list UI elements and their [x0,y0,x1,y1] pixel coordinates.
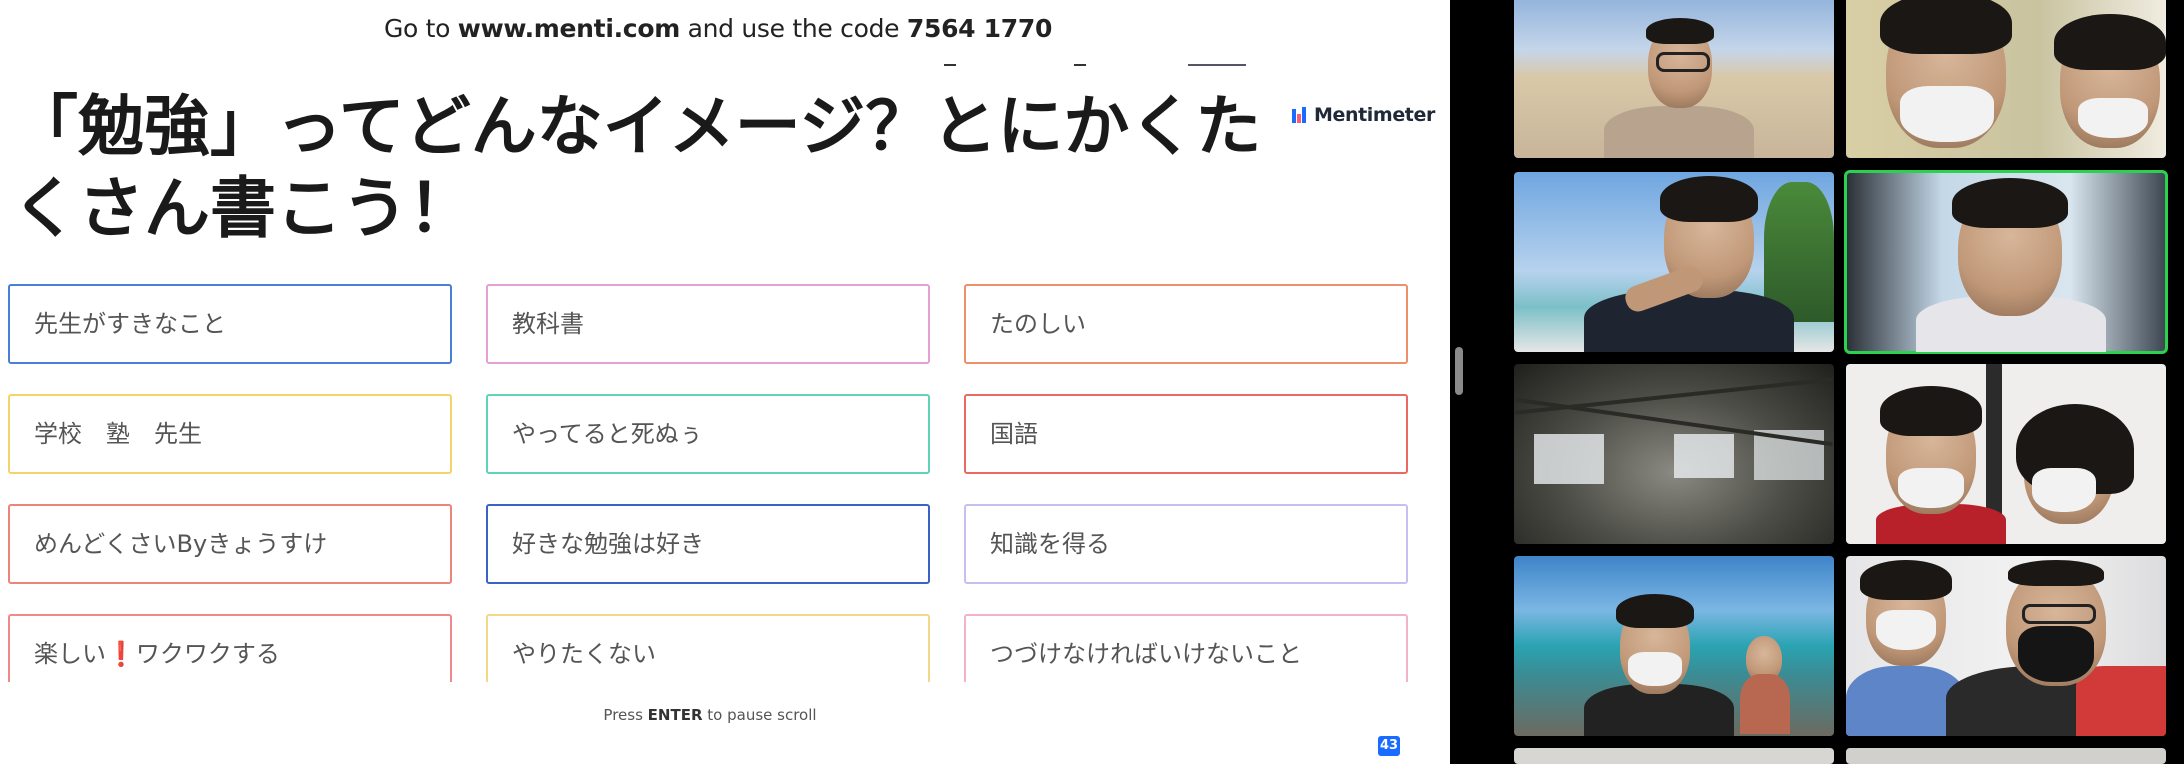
response-text: 先生がすきなこと [34,310,226,338]
response-text: つづけなければいけないこと [990,640,1302,668]
join-middle: and use the code [679,14,907,43]
join-code: 7564 1770 [906,14,1053,43]
participant-video-tile[interactable] [1514,364,1834,544]
participant-video-tile[interactable] [1846,0,2166,158]
response-text: 学校 塾 先生 [34,420,202,448]
participant-video-tile[interactable] [1846,748,2166,764]
divider [1074,64,1086,66]
hint-prefix: Press [603,706,648,724]
response-card: めんどくさいByきょうすけ [8,504,452,584]
split-scroll-handle[interactable] [1455,347,1463,395]
join-url[interactable]: www.menti.com [458,14,680,43]
panel-divider [1436,0,1450,764]
divider [944,64,956,66]
question-title: 「勉強」ってどんなイメージ？とにかくたくさん書こう！ [12,88,1262,247]
response-text: たのしい [990,310,1086,338]
participant-video-tile[interactable] [1514,556,1834,736]
participant-video-tile[interactable] [1514,0,1834,158]
participant-video-tile[interactable] [1846,556,2166,736]
response-card: やってると死ぬぅ [486,394,930,474]
mentimeter-slide: Go to www.menti.com and use the code 756… [0,0,1436,764]
response-text: やりたくない [512,640,656,668]
divider [1188,64,1246,66]
pause-scroll-hint: Press ENTER to pause scroll [0,706,1420,724]
response-card: たのしい [964,284,1408,364]
response-text: 知識を得る [990,530,1110,558]
response-text: 国語 [990,420,1038,448]
hint-key: ENTER [647,706,703,724]
response-card: 先生がすきなこと [8,284,452,364]
brand-name: Mentimeter [1314,104,1435,126]
response-text: めんどくさいByきょうすけ [34,530,328,558]
response-card: 好きな勉強は好き [486,504,930,584]
response-text: やってると死ぬぅ [512,420,703,448]
exclamation-icon: ❗ [106,640,136,668]
response-count-badge: 43 [1378,736,1400,756]
join-prefix: Go to [383,14,458,43]
participant-video-tile-active[interactable] [1844,170,2168,354]
response-card: 知識を得る [964,504,1408,584]
mentimeter-logo-icon [1292,107,1308,123]
response-text: 楽しい [34,640,106,668]
response-grid: 先生がすきなこと 教科書 たのしい学校 塾 先生 やってると死ぬぅ 国語めんどくさいBy… [0,276,1436,682]
mentimeter-brand: Mentimeter [1292,102,1435,128]
join-instructions: Go to www.menti.com and use the code 756… [0,0,1436,58]
response-text: 好きな勉強は好き [512,530,704,558]
participant-video-tile[interactable] [1846,364,2166,544]
hint-suffix: to pause scroll [702,706,817,724]
response-card: やりたくない [486,614,930,682]
response-text-after: ワクワクする [135,640,280,668]
response-card: つづけなければいけないこと [964,614,1408,682]
response-card: 楽しい❗ワクワクする [8,614,452,682]
participant-video-tile[interactable] [1514,748,1834,764]
response-text: 教科書 [512,310,584,338]
response-card: 学校 塾 先生 [8,394,452,474]
response-card: 国語 [964,394,1408,474]
participant-video-tile[interactable] [1514,172,1834,352]
response-card: 教科書 [486,284,930,364]
